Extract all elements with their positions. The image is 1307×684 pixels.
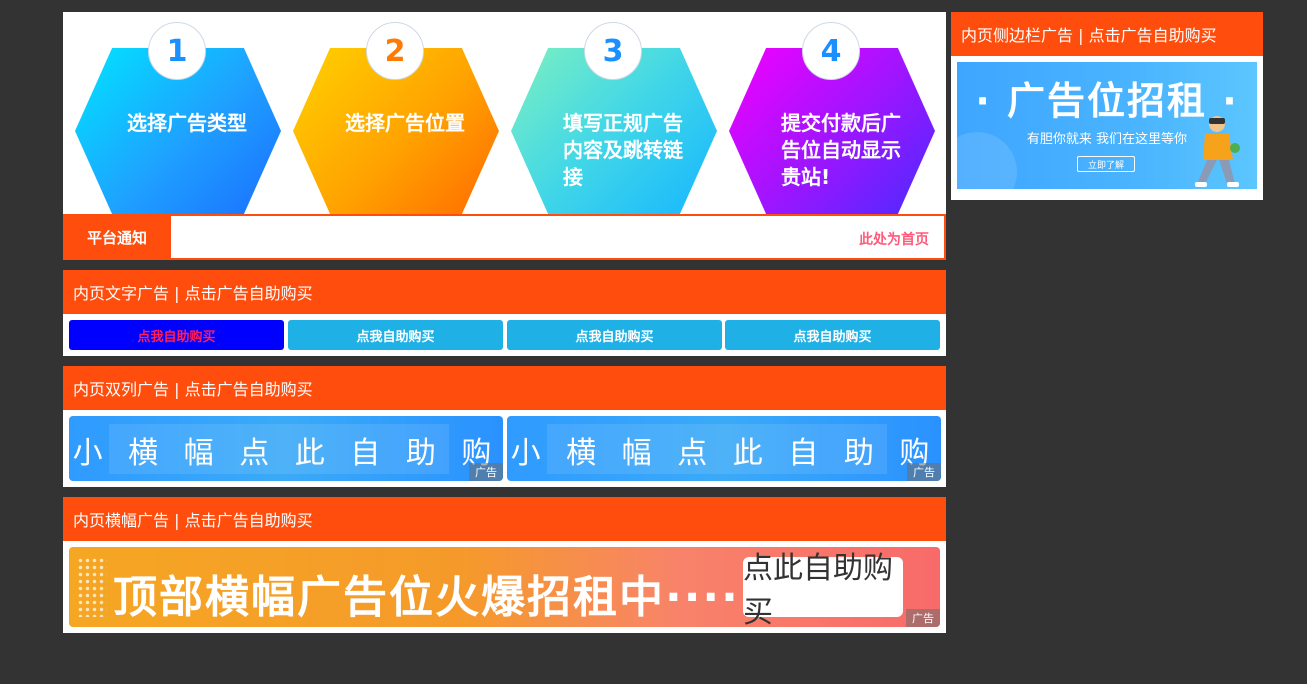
dual-ads-header[interactable]: 内页双列广告 | 点击广告自助购买 <box>63 366 946 410</box>
text-ads-header[interactable]: 内页文字广告 | 点击广告自助购买 <box>63 270 946 314</box>
step-3-text: 填写正规广告内容及跳转链接 <box>563 111 683 189</box>
step-1-number: 1 <box>148 22 206 80</box>
text-ad-link[interactable]: 点我自助购买 <box>725 320 940 350</box>
sidebar-banner-ad[interactable]: · 广告位招租 · 有胆你就来 我们在这里等你 立即了解 <box>957 62 1257 189</box>
text-ads-body: 点我自助购买 点我自助购买 点我自助购买 点我自助购买 <box>63 314 946 356</box>
sidebar-ads-header[interactable]: 内页侧边栏广告 | 点击广告自助购买 <box>951 12 1263 56</box>
ad-tag: 广告 <box>907 463 941 481</box>
banner-ads-body: 顶部横幅广告位火爆招租中······ 点此自助购买 广告 <box>63 541 946 633</box>
wide-banner-ad[interactable]: 顶部横幅广告位火爆招租中······ 点此自助购买 广告 <box>69 547 940 627</box>
step-2-number: 2 <box>366 22 424 80</box>
step-3: 3 填写正规广告内容及跳转链接 <box>511 22 719 218</box>
step-4-number: 4 <box>802 22 860 80</box>
steps-panel: 1 选择广告类型 2 选择广告位置 3 填写正规广告内容及跳转链接 4 提交付款… <box>63 12 946 214</box>
sidebar-ads-body: · 广告位招租 · 有胆你就来 我们在这里等你 立即了解 <box>951 56 1263 200</box>
notice-label: 平台通知 <box>86 228 147 247</box>
small-banner-ad[interactable]: 小 横 幅 点 此 自 助 购 买 广告 <box>69 416 503 481</box>
small-banner-ad[interactable]: 小 横 幅 点 此 自 助 购 买 广告 <box>507 416 941 481</box>
text-ad-link[interactable]: 点我自助购买 <box>69 320 284 350</box>
step-4-text: 提交付款后广告位自动显示贵站! <box>781 111 901 189</box>
text-ad-link[interactable]: 点我自助购买 <box>507 320 722 350</box>
ad-tag: 广告 <box>906 609 940 627</box>
step-2-text: 选择广告位置 <box>345 111 465 135</box>
notice-marquee-box: 此处为首页 <box>171 216 944 258</box>
platform-notice-bar: 平台通知 此处为首页 <box>63 214 946 260</box>
ad-tag: 广告 <box>469 463 503 481</box>
dual-ads-body: 小 横 幅 点 此 自 助 购 买 广告 小 横 幅 点 此 自 助 购 买 广… <box>63 410 946 487</box>
small-banner-text: 小 横 幅 点 此 自 助 购 买 <box>510 436 938 481</box>
step-1-text: 选择广告类型 <box>127 111 247 135</box>
step-2: 2 选择广告位置 <box>293 22 501 218</box>
dots-pattern <box>77 557 107 617</box>
step-4: 4 提交付款后广告位自动显示贵站! <box>729 22 937 218</box>
learn-more-button[interactable]: 立即了解 <box>1077 156 1135 172</box>
banner-ads-header[interactable]: 内页横幅广告 | 点击广告自助购买 <box>63 497 946 541</box>
wide-banner-button[interactable]: 点此自助购买 <box>743 551 903 627</box>
step-3-number: 3 <box>584 22 642 80</box>
step-1: 1 选择广告类型 <box>75 22 283 218</box>
notice-marquee-text[interactable]: 此处为首页 <box>859 229 929 249</box>
wide-banner-text: 顶部横幅广告位火爆招租中······ <box>113 572 778 623</box>
text-ad-link[interactable]: 点我自助购买 <box>288 320 503 350</box>
small-banner-text: 小 横 幅 点 此 自 助 购 买 <box>72 436 500 481</box>
person-with-binoculars-illustration <box>1195 116 1240 187</box>
